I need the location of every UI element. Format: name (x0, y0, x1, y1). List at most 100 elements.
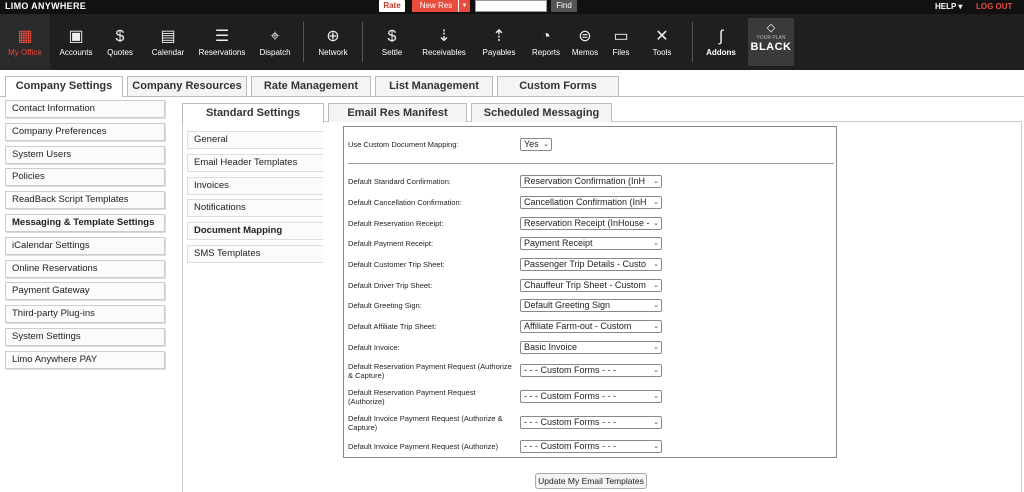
reservation-receipt-select[interactable]: Reservation Receipt (InHouse - ⌄ (520, 217, 662, 230)
nav-quotes[interactable]: $ Quotes (102, 14, 138, 70)
field-label: Default Reservation Receipt: (348, 219, 444, 228)
chevron-down-icon: ⌄ (653, 393, 659, 400)
new-res-button[interactable]: New Res ▼ (412, 0, 470, 12)
select-value: Reservation Receipt (InHouse - (524, 218, 650, 228)
plan-badge[interactable]: ◇ YOUR PLAN BLACK (748, 18, 794, 66)
chevron-down-icon: ⌄ (653, 220, 659, 227)
chevron-down-icon[interactable]: ▼ (458, 0, 470, 12)
rate-button[interactable]: Rate (379, 0, 405, 12)
driver-trip-sheet-select[interactable]: Chauffeur Trip Sheet - Custom ⌄ (520, 279, 662, 292)
invoice-payment-authorize-select[interactable]: - - - Custom Forms - - - ⌄ (520, 440, 662, 453)
main-nav: ▦ My Office ▣ Accounts $ Quotes ▤ Calendar ☰… (0, 14, 1024, 70)
nav-memos[interactable]: ⊜ Memos (568, 14, 602, 70)
menu-limo-anywhere-pay[interactable]: Limo Anywhere PAY (5, 350, 165, 369)
nav-label: Addons (706, 47, 736, 57)
addons-icon: ʃ (719, 27, 723, 45)
submenu-email-header-templates[interactable]: Email Header Templates (187, 153, 323, 172)
menu-contact-information[interactable]: Contact Information (5, 100, 165, 118)
diamond-icon: ◇ (766, 22, 776, 34)
office-icon: ▦ (17, 27, 33, 45)
logout-link[interactable]: LOG OUT (976, 2, 1012, 11)
menu-system-users[interactable]: System Users (5, 145, 165, 164)
receivables-icon: ⇣ (437, 27, 451, 45)
chevron-down-icon: ⌄ (653, 323, 659, 330)
menu-company-preferences[interactable]: Company Preferences (5, 122, 165, 141)
menu-policies[interactable]: Policies (5, 168, 165, 187)
select-value: Passenger Trip Details - Custo (524, 259, 647, 269)
reservation-payment-authorize-select[interactable]: - - - Custom Forms - - - ⌄ (520, 390, 662, 403)
nav-settle[interactable]: $ Settle (374, 14, 410, 70)
calendar-icon: ▤ (160, 27, 176, 45)
nav-files[interactable]: ▭ Files (606, 14, 636, 70)
submenu-sms-templates[interactable]: SMS Templates (187, 244, 323, 263)
submenu-invoices[interactable]: Invoices (187, 176, 323, 195)
tab-rate-management[interactable]: Rate Management (251, 76, 371, 96)
submenu-notifications[interactable]: Notifications (187, 199, 323, 218)
payment-receipt-select[interactable]: Payment Receipt ⌄ (520, 237, 662, 250)
submenu-document-mapping[interactable]: Document Mapping (187, 222, 323, 241)
nav-reports[interactable]: ◔ Reports (527, 14, 565, 70)
memos-icon: ⊜ (578, 27, 592, 45)
help-menu[interactable]: HELP ▾ (935, 2, 962, 11)
find-button[interactable]: Find (551, 0, 577, 12)
field-label: Default Invoice: (348, 343, 400, 352)
chevron-down-icon: ⌄ (653, 443, 659, 450)
tab-company-resources[interactable]: Company Resources (127, 76, 247, 96)
field-label: Use Custom Document Mapping: (348, 140, 459, 149)
reservation-payment-capture-select[interactable]: - - - Custom Forms - - - ⌄ (520, 364, 662, 377)
customer-trip-sheet-select[interactable]: Passenger Trip Details - Custo ⌄ (520, 258, 662, 271)
menu-online-reservations[interactable]: Online Reservations (5, 259, 165, 278)
menu-third-party-plugins[interactable]: Third-party Plug-ins (5, 305, 165, 324)
nav-reservations[interactable]: ☰ Reservations (196, 14, 248, 70)
nav-accounts[interactable]: ▣ Accounts (52, 14, 100, 70)
menu-readback-script[interactable]: ReadBack Script Templates (5, 191, 165, 210)
field-label: Default Greeting Sign: (348, 301, 422, 310)
nav-addons[interactable]: ʃ Addons (700, 14, 742, 70)
menu-icalendar[interactable]: iCalendar Settings (5, 236, 165, 255)
divider (348, 163, 834, 164)
tab-list-management[interactable]: List Management (375, 76, 493, 96)
dispatch-icon: ⌖ (270, 27, 280, 45)
greeting-sign-select[interactable]: Default Greeting Sign ⌄ (520, 299, 662, 312)
nav-receivables[interactable]: ⇣ Receivables (418, 14, 470, 70)
update-email-templates-button[interactable]: Update My Email Templates (535, 473, 647, 489)
field-label: Default Driver Trip Sheet: (348, 281, 433, 290)
settle-icon: $ (387, 27, 397, 45)
nav-label: Calendar (151, 47, 185, 57)
field-label: Default Standard Confirmation: (348, 177, 451, 186)
tab-scheduled-messaging[interactable]: Scheduled Messaging (471, 103, 612, 122)
tab-custom-forms[interactable]: Custom Forms (497, 76, 619, 96)
nav-label: Quotes (107, 47, 133, 57)
nav-label: Reservations (198, 47, 246, 57)
tab-standard-settings[interactable]: Standard Settings (182, 103, 324, 123)
field-label: Default Customer Trip Sheet: (348, 260, 445, 269)
nav-network[interactable]: ⊕ Network (312, 14, 354, 70)
invoice-select[interactable]: Basic Invoice ⌄ (520, 341, 662, 354)
submenu-general[interactable]: General (187, 131, 323, 149)
field-label: Default Reservation Payment Request (Aut… (348, 362, 512, 380)
nav-calendar[interactable]: ▤ Calendar (146, 14, 190, 70)
menu-payment-gateway[interactable]: Payment Gateway (5, 282, 165, 301)
nav-divider (692, 22, 693, 62)
nav-label: Network (318, 47, 348, 57)
search-input[interactable] (475, 0, 547, 12)
nav-dispatch[interactable]: ⌖ Dispatch (254, 14, 296, 70)
main-tabs: Company Settings Company Resources Rate … (0, 70, 1024, 97)
nav-my-office[interactable]: ▦ My Office (0, 14, 50, 70)
select-value: Chauffeur Trip Sheet - Custom (524, 280, 646, 290)
chevron-down-icon: ⌄ (653, 302, 659, 309)
field-label: Default Affiliate Trip Sheet: (348, 322, 437, 331)
nav-tools[interactable]: ✕ Tools (644, 14, 680, 70)
affiliate-trip-sheet-select[interactable]: Affiliate Farm-out - Custom ⌄ (520, 320, 662, 333)
tab-email-res-manifest[interactable]: Email Res Manifest (328, 103, 467, 122)
cancellation-confirmation-select[interactable]: Cancellation Confirmation (InH ⌄ (520, 196, 662, 209)
nav-payables[interactable]: ⇡ Payables (478, 14, 520, 70)
menu-system-settings[interactable]: System Settings (5, 327, 165, 346)
menu-messaging-templates[interactable]: Messaging & Template Settings (5, 213, 165, 232)
chevron-down-icon: ⌄ (653, 367, 659, 374)
custom-mapping-select[interactable]: Yes ⌄ (520, 138, 552, 151)
tab-company-settings[interactable]: Company Settings (5, 76, 123, 97)
invoice-payment-capture-select[interactable]: - - - Custom Forms - - - ⌄ (520, 416, 662, 429)
field-label: Default Payment Receipt: (348, 239, 434, 248)
standard-confirmation-select[interactable]: Reservation Confirmation (InH ⌄ (520, 175, 662, 188)
